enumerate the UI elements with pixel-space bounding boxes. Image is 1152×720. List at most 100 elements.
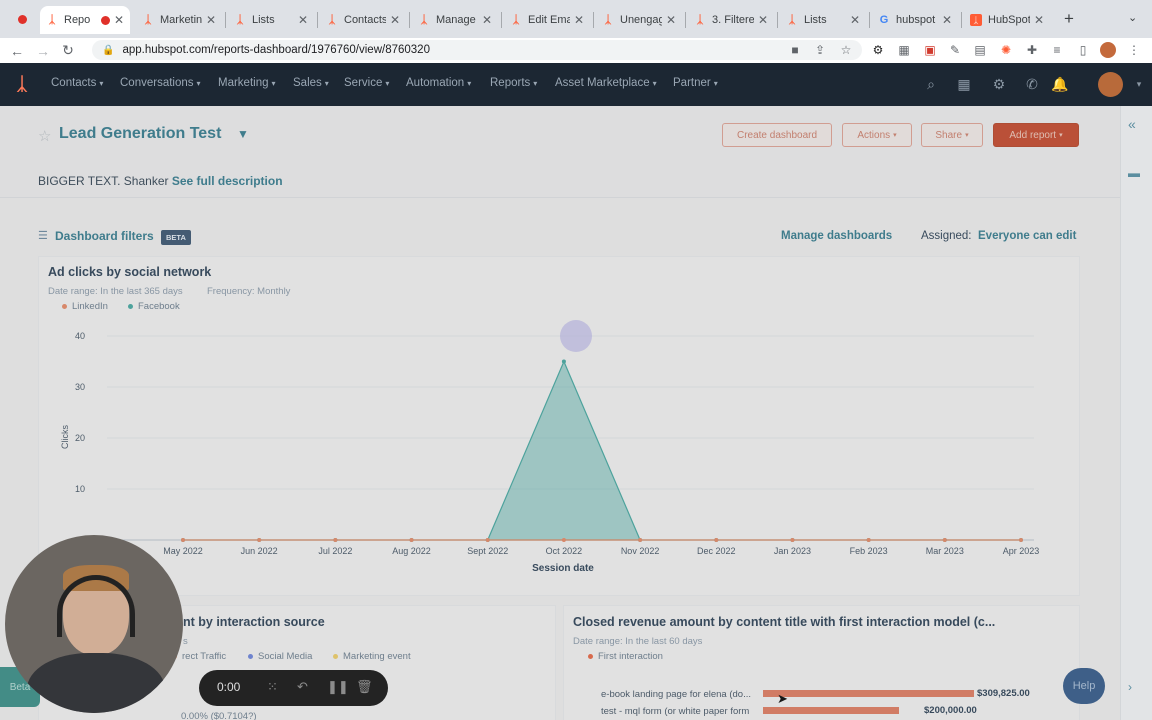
dashboard-title[interactable]: Lead Generation Test [59, 125, 221, 143]
browser-tab[interactable]: ᛣ 3. Filtere ✕ [688, 6, 774, 34]
nav-sales[interactable]: Sales ▾ [293, 77, 329, 89]
expand-arrow-icon[interactable]: › [1128, 680, 1132, 694]
address-bar[interactable]: 🔒 app.hubspot.com/reports-dashboard/1976… [92, 40, 862, 60]
trash-icon[interactable]: 🗑 [356, 679, 373, 695]
browser-tab[interactable]: ᛣ Manage ✕ [412, 6, 498, 34]
add-report-button[interactable]: Add report ▾ [993, 123, 1079, 147]
close-tab-icon[interactable]: ✕ [114, 13, 124, 27]
close-tab-icon[interactable]: ✕ [1034, 13, 1044, 27]
manage-dashboards-link[interactable]: Manage dashboards [781, 230, 892, 242]
notifications-bell-icon[interactable]: 🔔 [1051, 76, 1068, 92]
report-title[interactable]: nt by interaction source [183, 615, 325, 629]
create-dashboard-button[interactable]: Create dashboard [722, 123, 832, 147]
close-tab-icon[interactable]: ✕ [758, 13, 768, 27]
share-button[interactable]: Share ▾ [921, 123, 983, 147]
favorite-star-icon[interactable]: ☆ [38, 127, 51, 145]
revenue-bar[interactable] [763, 690, 974, 697]
user-avatar[interactable] [1098, 72, 1123, 97]
close-tab-icon[interactable]: ✕ [666, 13, 676, 27]
close-tab-icon[interactable]: ✕ [574, 13, 584, 27]
forward-arrow-icon[interactable]: → [32, 38, 54, 63]
dashboard-switcher-caret-icon[interactable]: ▼ [237, 127, 249, 141]
share-icon[interactable]: ⇪ [812, 42, 828, 58]
help-button[interactable]: Help [1063, 668, 1105, 704]
search-icon[interactable]: ⌕ [923, 76, 939, 92]
see-full-description-link[interactable]: See full description [172, 174, 283, 188]
legend-first-interaction[interactable]: First interaction [588, 651, 663, 662]
webcam-overlay [5, 535, 183, 713]
collapse-panel-icon[interactable]: « [1128, 116, 1136, 132]
date-range-text: Date range: In the last 60 days [573, 636, 703, 647]
legend-dot [62, 304, 67, 309]
side-panel-icon[interactable]: ▯ [1075, 42, 1091, 58]
nav-partner[interactable]: Partner ▾ [673, 77, 718, 89]
revenue-bar[interactable] [763, 707, 899, 714]
legend-linkedin[interactable]: LinkedIn [62, 301, 108, 312]
nav-marketing[interactable]: Marketing ▾ [218, 77, 276, 89]
reading-list-icon[interactable]: ≡ [1049, 42, 1065, 58]
right-sidebar-rail [1120, 106, 1152, 720]
tab-search-chevron-icon[interactable]: ⌄ [1128, 11, 1137, 24]
calling-phone-icon[interactable]: ✆ [1024, 76, 1040, 92]
url-text: app.hubspot.com/reports-dashboard/197676… [122, 44, 430, 56]
bookmark-star-icon[interactable]: ☆ [838, 42, 854, 58]
date-range-text: Date range: In the last 365 days [48, 286, 183, 297]
browser-tab[interactable]: ᛣ Lists ✕ [228, 6, 314, 34]
close-tab-icon[interactable]: ✕ [390, 13, 400, 27]
undo-icon[interactable]: ↶ [297, 679, 308, 695]
browser-tab[interactable]: ᛣ Contacts ✕ [320, 6, 406, 34]
report-title[interactable]: Ad clicks by social network [48, 265, 211, 279]
browser-tab[interactable]: ᛣ Repo ✕ [40, 6, 130, 34]
puzzle-extensions-icon[interactable]: ✚ [1024, 42, 1040, 58]
legend-marketing-event[interactable]: Marketing event [333, 651, 411, 662]
legend-dot [248, 654, 253, 659]
browser-tab[interactable]: ᛣ HubSpot ✕ [964, 6, 1050, 34]
close-tab-icon[interactable]: ✕ [942, 13, 952, 27]
close-tab-icon[interactable]: ✕ [482, 13, 492, 27]
pen-extension-icon[interactable]: ✎ [947, 42, 963, 58]
settings-extension-icon[interactable]: ⚙ [870, 42, 886, 58]
app-extension-icon[interactable]: ▤ [972, 42, 988, 58]
nav-reports[interactable]: Reports ▾ [490, 77, 537, 89]
extension-icon[interactable]: ▦ [896, 42, 912, 58]
hubspot-extension-icon[interactable]: ✺ [998, 42, 1014, 58]
close-tab-icon[interactable]: ✕ [206, 13, 216, 27]
legend-social-media[interactable]: Social Media [248, 651, 312, 662]
browser-tab[interactable]: ᛣ Lists ✕ [780, 6, 866, 34]
actions-button[interactable]: Actions ▾ [842, 123, 912, 147]
browser-menu-icon[interactable]: ⋮ [1126, 42, 1142, 58]
chat-icon[interactable]: ▬ [1128, 166, 1140, 180]
marketplace-icon[interactable]: ▦ [956, 76, 972, 92]
legend-facebook[interactable]: Facebook [128, 301, 180, 312]
account-caret-icon[interactable]: ▾ [1131, 76, 1147, 92]
nav-contacts[interactable]: Contacts ▾ [51, 77, 103, 89]
nav-asset-marketplace[interactable]: Asset Marketplace ▾ [555, 77, 657, 89]
nav-service[interactable]: Service ▾ [344, 77, 389, 89]
legend-direct-traffic[interactable]: rect Traffic [172, 651, 226, 662]
camera-icon[interactable]: ■ [787, 42, 803, 58]
report-title[interactable]: Closed revenue amount by content title w… [573, 615, 995, 629]
settings-gear-icon[interactable]: ⚙ [991, 76, 1007, 92]
report-card-ad-clicks[interactable] [38, 256, 1080, 596]
hubspot-icon: ᛣ [328, 14, 336, 26]
grid-icon[interactable]: ⁙ [267, 679, 278, 695]
nav-conversations[interactable]: Conversations ▾ [120, 77, 201, 89]
back-arrow-icon[interactable]: ← [6, 38, 28, 63]
reload-icon[interactable]: ↻ [57, 38, 79, 63]
hubspot-icon: ᛣ [696, 14, 704, 26]
profile-avatar[interactable] [1100, 42, 1116, 58]
close-tab-icon[interactable]: ✕ [850, 13, 860, 27]
nav-automation[interactable]: Automation ▾ [406, 77, 471, 89]
webcam-person-body [27, 653, 165, 713]
assigned-value-link[interactable]: Everyone can edit [978, 230, 1076, 242]
browser-tab[interactable]: G hubspot ✕ [872, 6, 958, 34]
pause-icon[interactable]: ❚❚ [327, 679, 349, 695]
hubspot-logo-icon[interactable]: ᛣ [12, 74, 32, 94]
browser-tab[interactable]: ᛣ Unengag ✕ [596, 6, 682, 34]
close-tab-icon[interactable]: ✕ [298, 13, 308, 27]
dashboard-filters-toggle[interactable]: Dashboard filters [55, 229, 154, 243]
browser-tab[interactable]: ᛣ Edit Ema ✕ [504, 6, 590, 34]
todoist-extension-icon[interactable]: ▣ [922, 42, 938, 58]
browser-tab[interactable]: ᛣ Marketin ✕ [136, 6, 222, 34]
new-tab-icon[interactable]: + [1064, 9, 1074, 29]
